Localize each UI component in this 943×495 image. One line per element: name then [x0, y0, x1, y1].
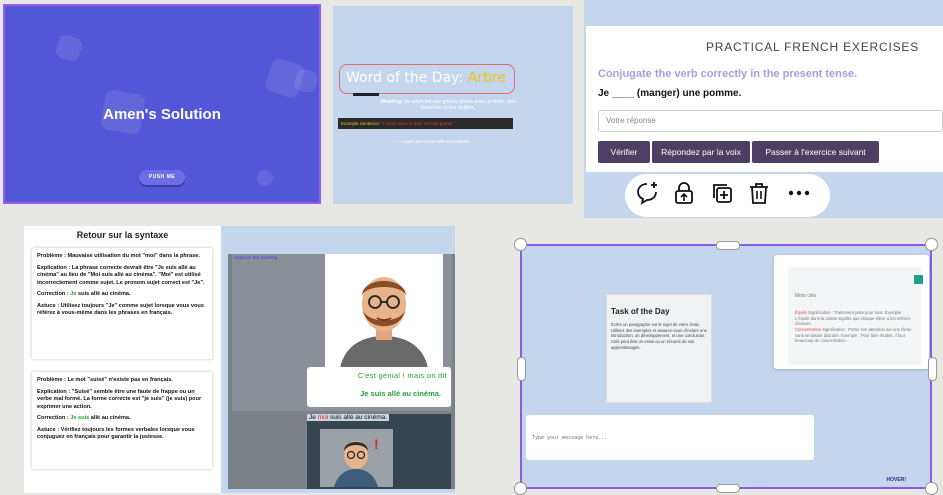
tutor-speech-bubble: C'est génial ! mais on dit Je suis allé … [307, 367, 451, 407]
problem-text: Problème : Le mot "suisé" n'existe pas e… [37, 377, 173, 383]
answer-input[interactable]: Votre réponse [598, 110, 943, 132]
resize-handle-bottom-left[interactable] [514, 482, 527, 495]
problem-text: Problème : Mauvaise utilisation du mot "… [37, 253, 200, 259]
meaning-body: Un arbre est une grande plante avec un t… [402, 99, 516, 112]
correction-rest: suis allé au cinéma. [76, 291, 131, 298]
floating-toolbar [625, 174, 830, 217]
resize-handle-top-right[interactable] [925, 238, 938, 251]
example-sentence: Example Sentence: "L'arbre dans le parc … [338, 118, 513, 129]
sentence-rest: suis allé au cinéma. [328, 414, 388, 421]
task-of-the-day-card: Task of the Day Écrire un paragraphe sur… [606, 294, 712, 403]
exercise-question: Je ____ (manger) une pomme. [598, 88, 742, 99]
correction-label: Correction : [37, 291, 71, 298]
student-avatar: ! [320, 429, 393, 487]
tutor-avatar [325, 254, 443, 368]
syntax-review-panel: Retour sur la syntaxe Problème : Mauvais… [24, 226, 455, 493]
feedback-card: Problème : Le mot "suisé" n'existe pas e… [32, 372, 212, 469]
syntax-feedback-column: Retour sur la syntaxe Problème : Mauvais… [24, 226, 221, 493]
keyword-2: Concentration [795, 327, 822, 333]
keywords-tag [914, 275, 923, 284]
example-text: "L'arbre dans le parc est très grand." [381, 121, 455, 126]
user-sentence: Je moi suis allé au cinéma. [307, 414, 390, 421]
message-placeholder: Type your message here... [532, 435, 608, 441]
french-exercises-panel: PRACTICAL FRENCH EXERCISES Conjugate the… [584, 0, 943, 218]
resize-handle-bottom-right[interactable] [925, 482, 938, 495]
hover-label: HOVER! [886, 477, 906, 483]
share-lock-icon[interactable] [670, 180, 698, 210]
word-prefix: Word of the Day: [346, 70, 468, 86]
bubble-line-1: C'est génial ! mais on dit [357, 371, 447, 380]
svg-text:!: ! [374, 436, 379, 452]
resize-handle-top-left[interactable] [514, 238, 527, 251]
decor-square [254, 167, 276, 189]
word-of-day: Arbre [467, 70, 506, 86]
more-icon[interactable] [785, 180, 813, 210]
resize-handle-bottom[interactable] [716, 484, 740, 493]
explanation-text: Explication : La phrase correcte devrait… [37, 264, 205, 286]
next-exercise-button[interactable]: Passer à l'exercice suivant [752, 141, 879, 163]
exercise-card: PRACTICAL FRENCH EXERCISES Conjugate the… [586, 26, 943, 172]
voice-answer-button[interactable]: Répondez par la voix [652, 141, 750, 163]
task-description: Écrire un paragraphe sur le sujet de vot… [611, 322, 707, 350]
resize-handle-top[interactable] [716, 241, 740, 250]
feedback-card: Problème : Mauvaise utilisation du mot "… [32, 248, 212, 359]
meaning-text: Meaning: Un arbre est une grande plante … [373, 99, 523, 112]
example-label: Example Sentence: [341, 121, 382, 126]
word-of-the-day-card: Word of the Day: Arbre Meaning: Un arbre… [333, 6, 573, 204]
explanation-text: Explication : "Suisé" semble être une fa… [37, 388, 202, 410]
keywords-title: Mots clés [795, 293, 817, 299]
task-board-panel: Task of the Day Écrire un paragraphe sur… [520, 244, 932, 489]
comment-add-icon[interactable] [633, 180, 661, 210]
push-me-button[interactable]: PUSH ME [139, 170, 185, 185]
sentence-error-word: moi [317, 414, 329, 421]
bubble-line-2: Je suis allé au cinéma. [360, 389, 441, 398]
tip-text: Astuce : Utilisez toujours "Je" comme su… [37, 302, 204, 317]
copy-add-icon[interactable] [708, 180, 736, 210]
amens-solution-card: Amen's Solution PUSH ME [3, 4, 321, 204]
keyword-1-def: Signification : Traitement juste pour to… [795, 310, 911, 327]
keyword-1: Équité [795, 310, 807, 315]
decor-square [53, 32, 85, 64]
correction-label: Correction : [37, 415, 71, 422]
footer-text: — Learn and Grow with Every Word [397, 139, 469, 144]
underline-bar [353, 93, 379, 96]
keywords-card: Mots clés Équité Signification : Traitem… [774, 255, 929, 369]
sentence-word: Je [309, 414, 316, 421]
syntax-title: Retour sur la syntaxe [76, 230, 169, 240]
correction-word: Je suis [70, 415, 90, 422]
tip-text: Astuce : Vérifiez toujours les formes ve… [37, 426, 195, 441]
keywords-body: Équité Signification : Traitement juste … [795, 310, 915, 344]
meaning-label: Meaning: [380, 99, 403, 105]
exercise-instruction: Conjugate the verb correctly in the pres… [598, 68, 858, 80]
task-title: Task of the Day [611, 307, 670, 316]
resize-handle-right[interactable] [928, 357, 937, 381]
word-of-day-heading: Word of the Day: Arbre [346, 70, 506, 86]
exercise-heading: PRACTICAL FRENCH EXERCISES [705, 40, 919, 54]
message-input[interactable]: Type your message here... [526, 415, 814, 460]
bot-tag: Capturer Bot Desktop [234, 255, 278, 260]
card-title: Amen's Solution [103, 106, 221, 123]
check-button[interactable]: Vérifier [598, 141, 650, 163]
trash-icon[interactable] [745, 180, 773, 210]
resize-handle-left[interactable] [517, 357, 526, 381]
correction-rest: allé au cinéma. [89, 415, 131, 422]
